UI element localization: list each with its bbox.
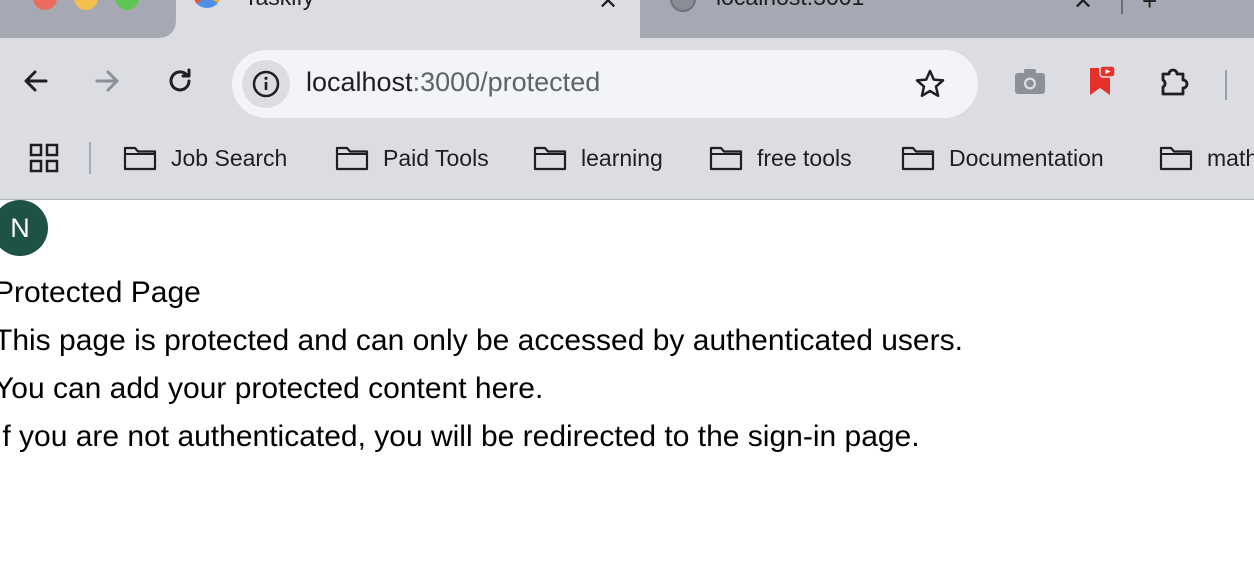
tab-title: localhost:3001 [716, 0, 864, 11]
bookmark-label: Documentation [949, 144, 1104, 171]
bookmark-folder-free-tools[interactable]: free tools [709, 142, 852, 174]
bookmark-label: math [1207, 144, 1254, 171]
bookmark-label: Job Search [171, 144, 288, 171]
protected-description: This page is protected and can only be a… [0, 324, 963, 357]
redirect-notice: If you are not authenticated, you will b… [0, 420, 920, 453]
browser-toolbar: localhost:3000/protected [0, 38, 1254, 130]
tab-separator [1121, 0, 1123, 14]
folder-icon [123, 146, 157, 171]
bookmark-folder-math[interactable]: math [1159, 142, 1254, 174]
bookmark-folder-job-search[interactable]: Job Search [123, 142, 287, 174]
bookmark-label: learning [581, 144, 663, 171]
page-title: Protected Page [0, 276, 201, 309]
extensions-puzzle-icon[interactable] [1157, 63, 1193, 99]
toolbar-separator [1225, 70, 1227, 100]
forward-icon[interactable] [89, 63, 125, 99]
back-icon[interactable] [18, 63, 54, 99]
zoom-window-button[interactable] [115, 0, 139, 10]
bookmarks-divider [89, 142, 91, 174]
apps-grid-icon[interactable] [29, 143, 59, 173]
folder-icon [335, 146, 369, 171]
info-icon [252, 70, 280, 98]
new-tab-button[interactable]: + [1142, 0, 1157, 17]
close-window-button[interactable] [33, 0, 57, 10]
tab-localhost-3001[interactable] [640, 0, 1124, 38]
folder-icon [709, 146, 743, 171]
bookmark-star-icon[interactable] [912, 66, 948, 102]
tab-title: Taskify [244, 0, 314, 11]
folder-icon [901, 146, 935, 171]
user-avatar[interactable]: N [0, 200, 48, 256]
close-tab-icon[interactable]: ✕ [1073, 0, 1093, 16]
bookmark-folder-learning[interactable]: learning [533, 142, 663, 174]
folder-icon [533, 146, 567, 171]
youtube-bookmark-extension-icon[interactable] [1083, 63, 1119, 99]
bookmarks-bar: Job Search Paid Tools learning free tool… [0, 130, 1254, 200]
bookmark-label: Paid Tools [383, 144, 489, 171]
bookmark-folder-paid-tools[interactable]: Paid Tools [335, 142, 489, 174]
url-text[interactable]: localhost:3000/protected [306, 67, 600, 98]
camera-extension-icon[interactable] [1012, 63, 1048, 99]
site-info-button[interactable] [242, 60, 290, 108]
folder-icon [1159, 146, 1193, 171]
address-bar[interactable]: localhost:3000/protected [232, 50, 978, 118]
reload-icon[interactable] [162, 63, 198, 99]
bookmark-folder-documentation[interactable]: Documentation [901, 142, 1104, 174]
page-content: N Protected Page This page is protected … [0, 200, 1254, 578]
content-hint: You can add your protected content here. [0, 372, 544, 405]
tab-strip: Taskify ✕ localhost:3001 ✕ + [0, 0, 1254, 38]
url-path: :3000/protected [412, 67, 601, 97]
close-tab-icon[interactable]: ✕ [598, 0, 618, 16]
bookmark-label: free tools [757, 144, 852, 171]
minimize-window-button[interactable] [74, 0, 98, 10]
url-host: localhost [306, 67, 413, 97]
